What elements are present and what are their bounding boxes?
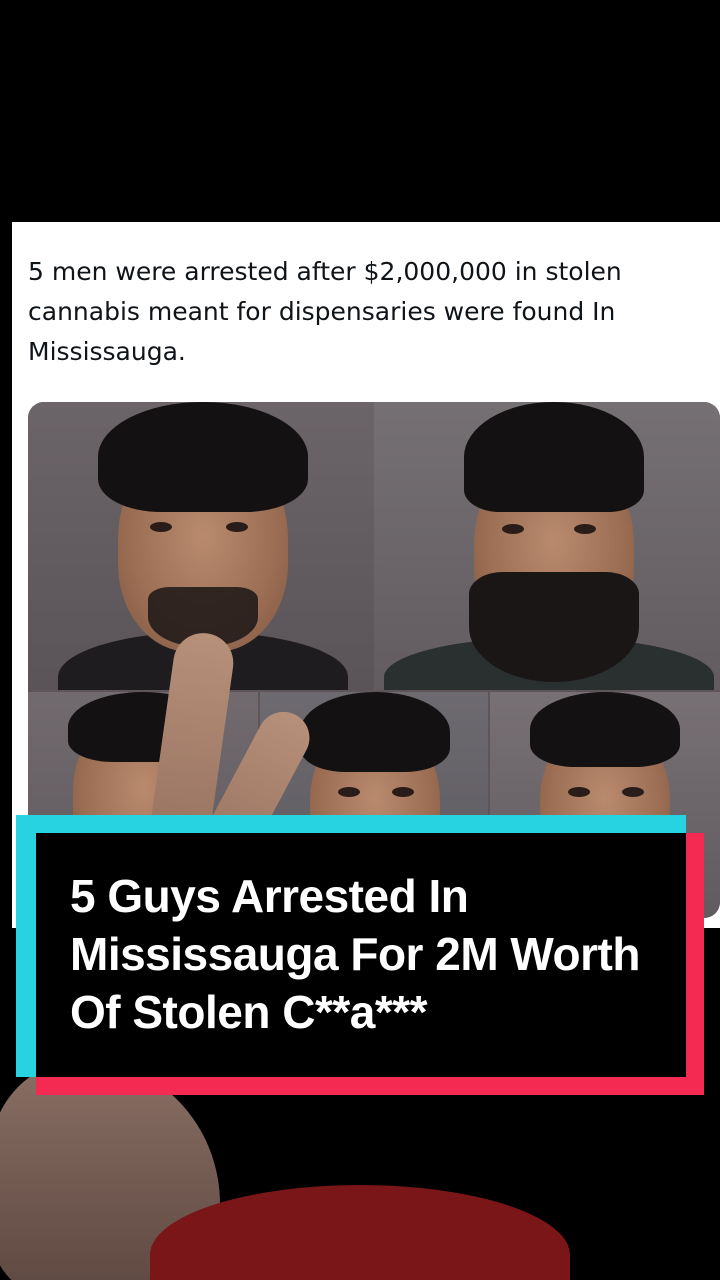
eye bbox=[150, 522, 172, 532]
caption-black-layer: 5 Guys Arrested In Mississauga For 2M Wo… bbox=[36, 833, 686, 1077]
turban bbox=[464, 402, 644, 512]
eye bbox=[502, 524, 524, 534]
hair bbox=[98, 402, 308, 512]
hair bbox=[300, 692, 450, 772]
caption-text: 5 Guys Arrested In Mississauga For 2M Wo… bbox=[70, 870, 640, 1038]
caption-banner: 5 Guys Arrested In Mississauga For 2M Wo… bbox=[16, 815, 704, 1095]
eye bbox=[226, 522, 248, 532]
beard bbox=[469, 572, 639, 682]
eye bbox=[574, 524, 596, 534]
mugshot-top-right bbox=[374, 402, 720, 690]
eye bbox=[622, 787, 644, 797]
eye bbox=[338, 787, 360, 797]
eye bbox=[568, 787, 590, 797]
post-text: 5 men were arrested after $2,000,000 in … bbox=[28, 257, 622, 366]
eye bbox=[392, 787, 414, 797]
hair bbox=[530, 692, 680, 767]
video-frame: 5 men were arrested after $2,000,000 in … bbox=[0, 0, 720, 1280]
